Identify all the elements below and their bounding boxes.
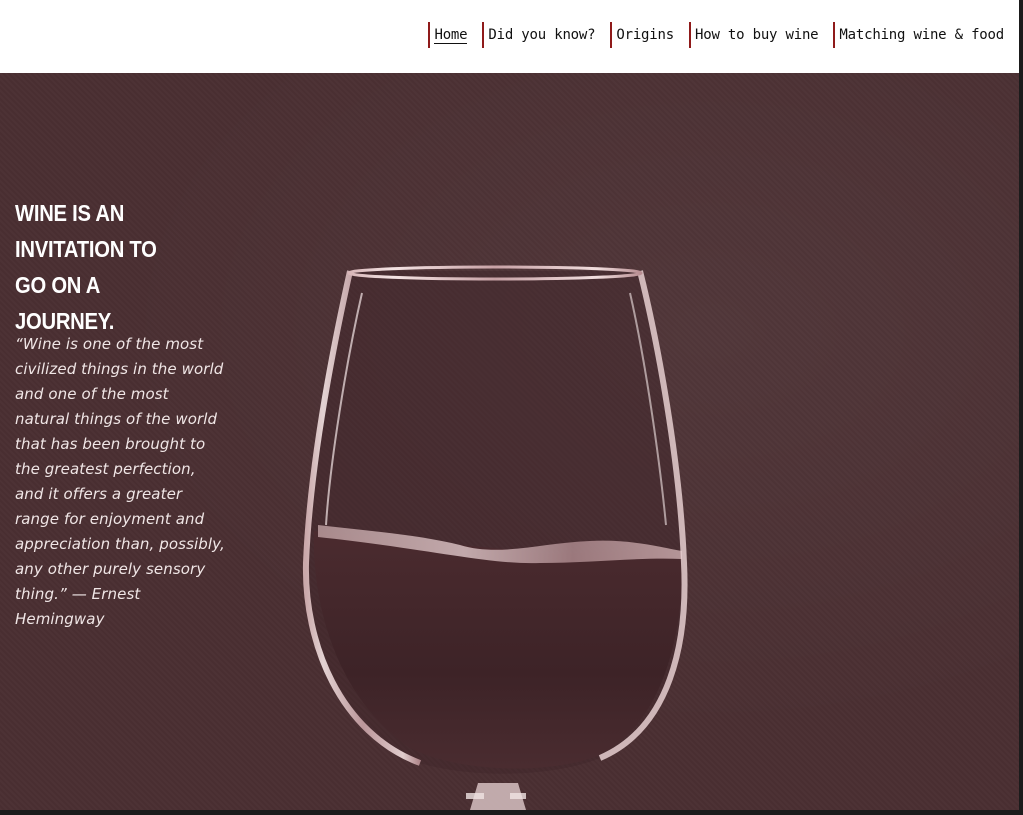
main-nav: Home Did you know? Origins How to buy wi… — [413, 22, 1004, 48]
page: Home Did you know? Origins How to buy wi… — [0, 0, 1023, 815]
wine-glass-image — [302, 265, 688, 810]
nav-item-how-to-buy-wine[interactable]: How to buy wine — [688, 22, 819, 48]
nav-item-origins[interactable]: Origins — [610, 22, 674, 48]
glass-stem-base — [510, 793, 526, 799]
nav-item-label: Origins — [616, 27, 674, 43]
hero-quote: “Wine is one of the most civilized thing… — [15, 335, 225, 628]
right-edge — [1019, 0, 1023, 815]
site-header: Home Did you know? Origins How to buy wi… — [0, 0, 1019, 73]
nav-item-label: Did you know? — [488, 27, 596, 43]
nav-item-label: How to buy wine — [694, 27, 819, 43]
bottom-edge — [0, 810, 1023, 815]
nav-item-matching-wine-food[interactable]: Matching wine & food — [833, 22, 1004, 48]
glass-stem-base — [466, 793, 484, 799]
hero-heading: WINE IS AN INVITATION TO GO ON A JOURNEY… — [15, 200, 157, 334]
nav-item-home[interactable]: Home — [428, 22, 468, 48]
hero-section: WINE IS AN INVITATION TO GO ON A JOURNEY… — [0, 73, 1019, 810]
nav-item-label: Matching wine & food — [839, 27, 1004, 43]
nav-item-label: Home — [434, 27, 468, 44]
nav-item-did-you-know[interactable]: Did you know? — [482, 22, 596, 48]
